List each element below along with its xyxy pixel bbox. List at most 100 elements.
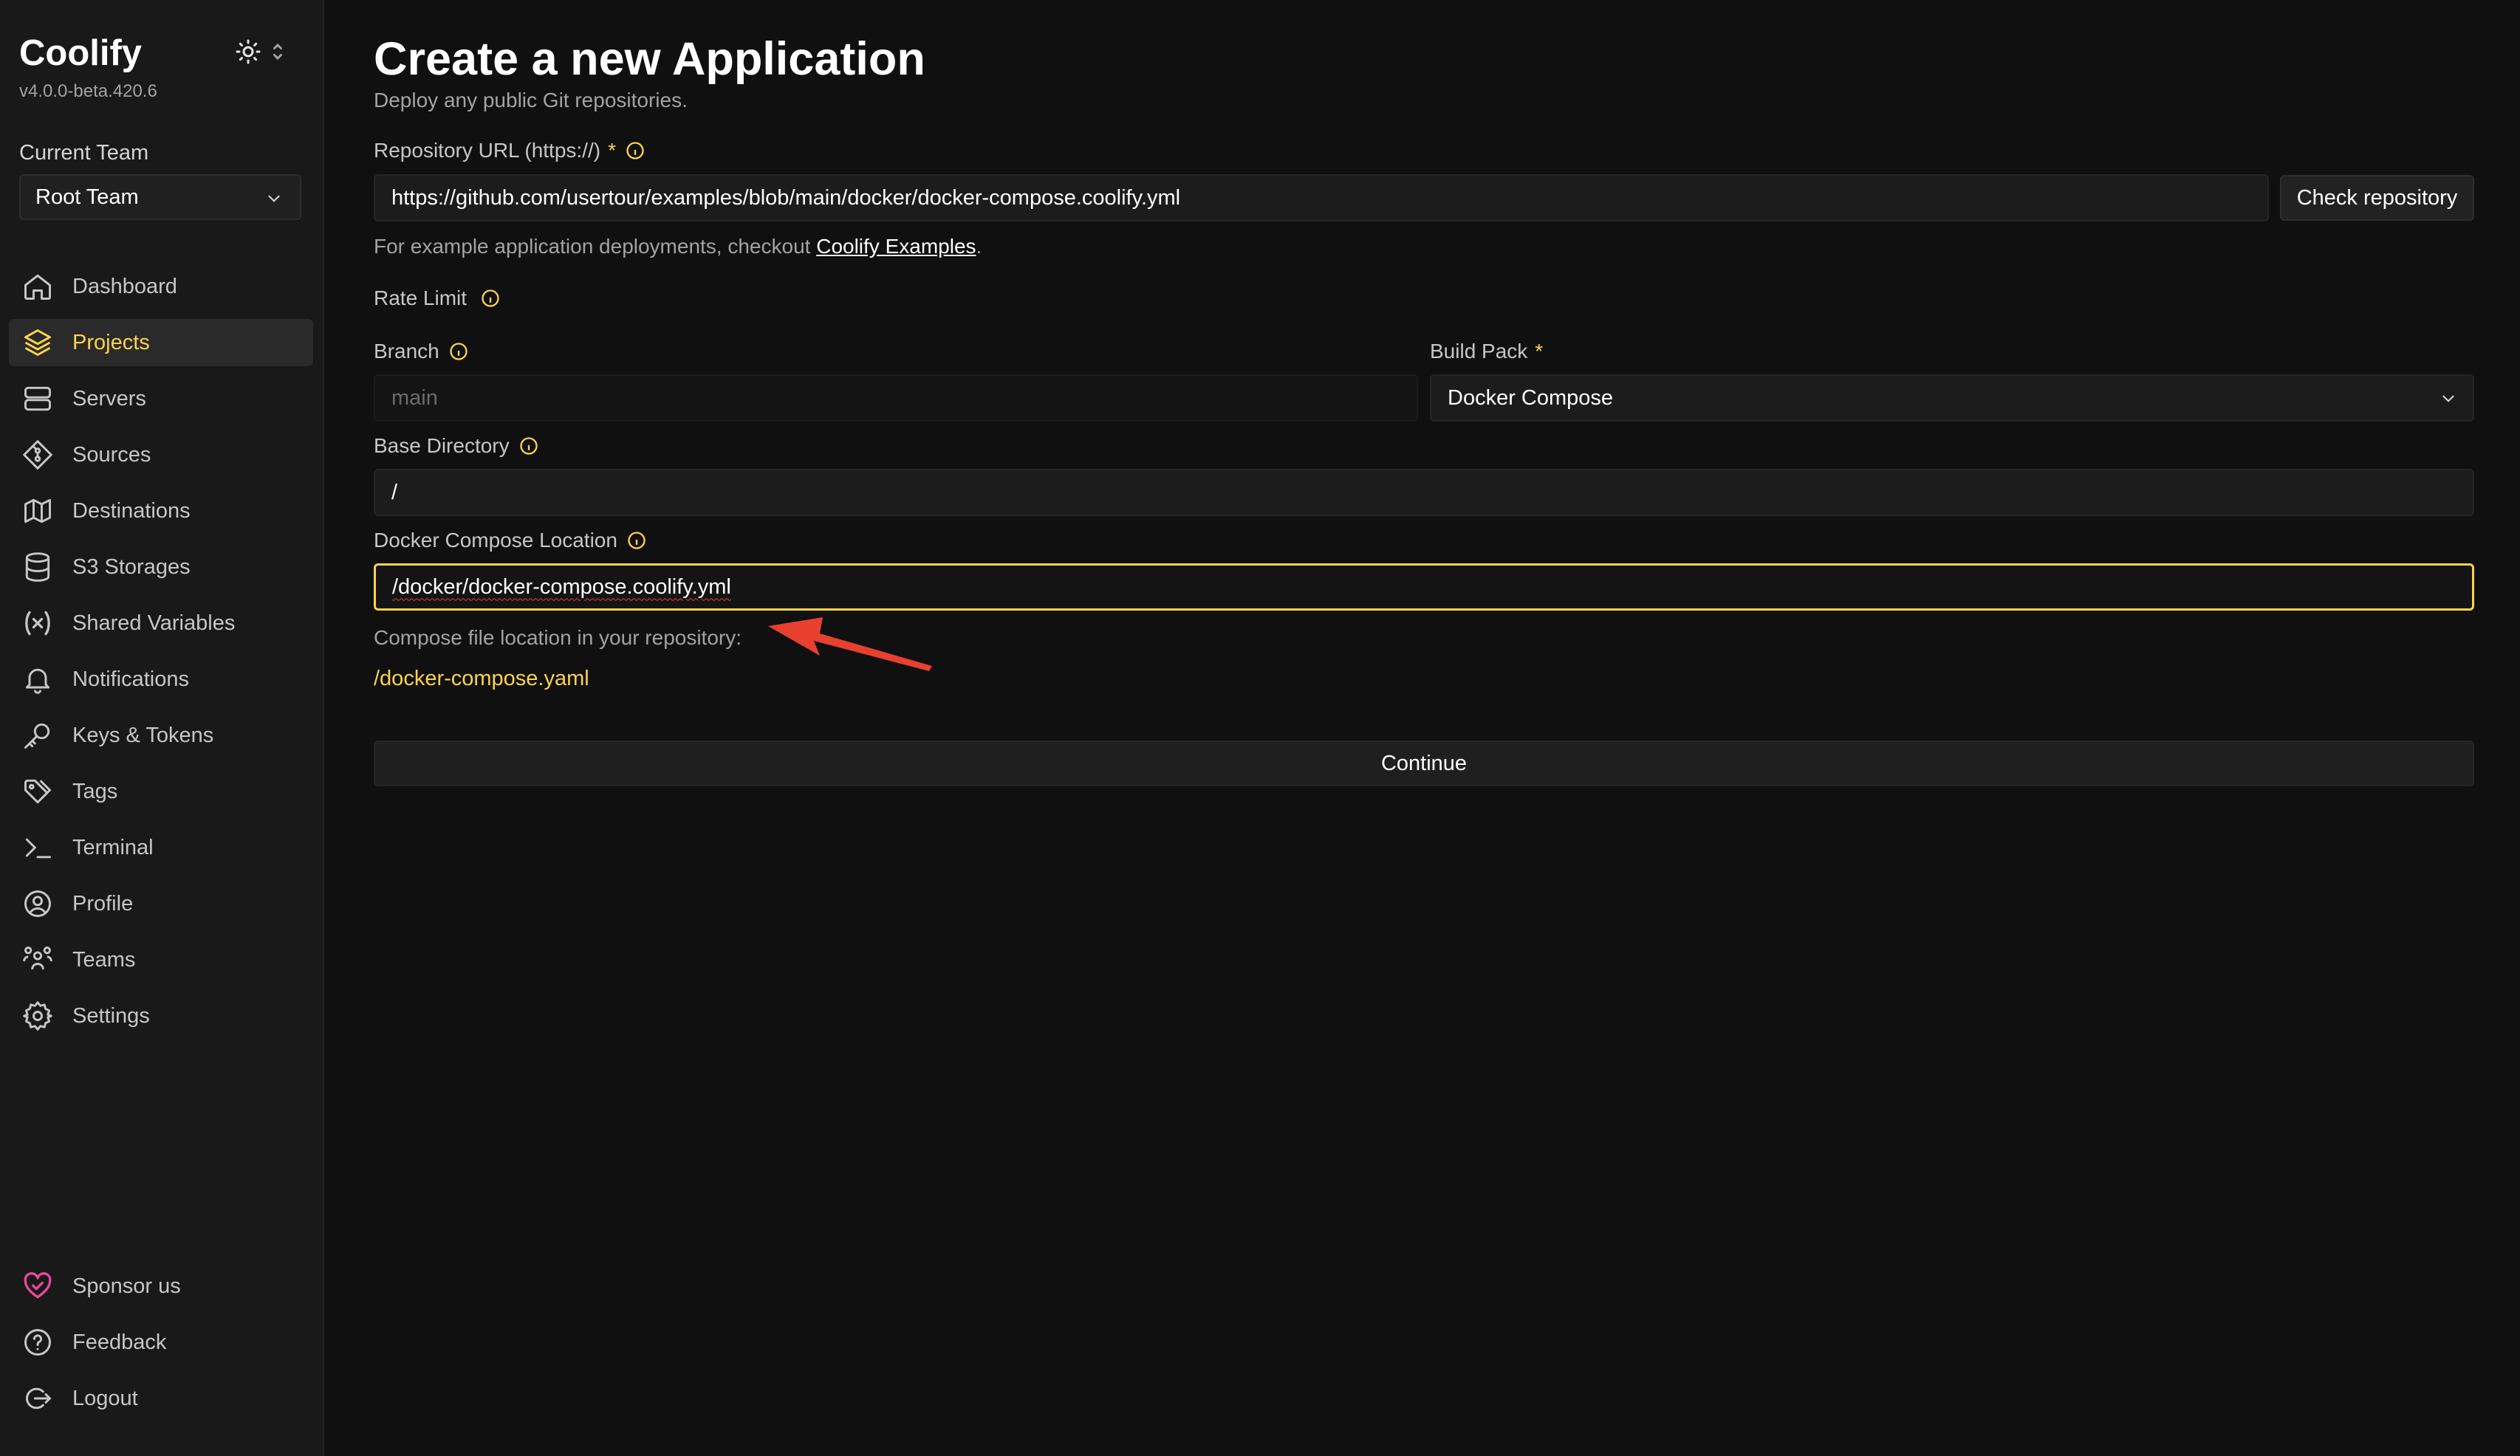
info-icon[interactable] bbox=[480, 288, 501, 309]
server-icon bbox=[21, 382, 55, 416]
base-directory-input[interactable]: / bbox=[374, 469, 2474, 516]
repo-url-input[interactable]: https://github.com/usertour/examples/blo… bbox=[374, 174, 2269, 222]
info-icon[interactable] bbox=[518, 436, 539, 456]
page-subtitle: Deploy any public Git repositories. bbox=[374, 89, 688, 111]
info-icon[interactable] bbox=[626, 530, 647, 551]
sidebar-item-s3-storages[interactable]: S3 Storages bbox=[9, 543, 313, 591]
base-directory-label-text: Base Directory bbox=[374, 434, 510, 457]
page-title: Create a new Application bbox=[374, 33, 925, 85]
required-mark: * bbox=[1535, 340, 1544, 363]
info-icon[interactable] bbox=[625, 140, 646, 161]
sidebar-item-label: Dashboard bbox=[72, 274, 177, 298]
key-icon bbox=[21, 718, 55, 752]
bell-icon bbox=[21, 662, 55, 696]
sidebar-item-sources[interactable]: Sources bbox=[9, 431, 313, 478]
sidebar-item-label: Settings bbox=[72, 1003, 150, 1028]
sidebar-item-servers[interactable]: Servers bbox=[9, 375, 313, 422]
sidebar-item-settings[interactable]: Settings bbox=[9, 992, 313, 1040]
chevron-up-down-icon bbox=[270, 41, 285, 66]
sidebar-item-terminal[interactable]: Terminal bbox=[9, 824, 313, 871]
sidebar-item-feedback[interactable]: Feedback bbox=[9, 1319, 313, 1366]
help-circle-icon bbox=[21, 1325, 55, 1359]
sidebar-item-label: Terminal bbox=[72, 835, 154, 859]
chevron-down-icon bbox=[264, 189, 284, 214]
sidebar-item-label: Keys & Tokens bbox=[72, 723, 214, 747]
examples-help: For example application deployments, che… bbox=[374, 235, 982, 258]
sidebar-item-logout[interactable]: Logout bbox=[9, 1375, 313, 1422]
current-team-label: Current Team bbox=[19, 141, 149, 165]
sidebar-item-projects[interactable]: Projects bbox=[9, 319, 313, 366]
terminal-icon bbox=[21, 831, 55, 865]
theme-toggle[interactable] bbox=[235, 38, 290, 68]
required-mark: * bbox=[608, 139, 616, 162]
sidebar-item-label: Sponsor us bbox=[72, 1274, 181, 1298]
compose-hint-path: /docker-compose.yaml bbox=[374, 667, 589, 690]
compose-location-label-text: Docker Compose Location bbox=[374, 529, 617, 552]
sidebar-item-sponsor[interactable]: Sponsor us bbox=[9, 1263, 313, 1310]
sidebar-item-keys-tokens[interactable]: Keys & Tokens bbox=[9, 712, 313, 759]
layers-icon bbox=[21, 326, 55, 360]
gear-icon bbox=[21, 999, 55, 1033]
user-circle-icon bbox=[21, 887, 55, 921]
branch-label: Branch bbox=[374, 340, 469, 363]
branch-input[interactable]: main bbox=[374, 374, 1418, 422]
sidebar-menu: Dashboard Projects Servers Sources Desti… bbox=[9, 263, 313, 1048]
base-directory-value: / bbox=[391, 480, 398, 504]
sidebar-item-label: Notifications bbox=[72, 667, 189, 691]
examples-help-suffix: . bbox=[976, 235, 982, 258]
users-icon bbox=[21, 943, 55, 977]
compose-location-input[interactable]: /docker/docker-compose.coolify.yml bbox=[374, 563, 2474, 611]
team-select[interactable]: Root Team bbox=[19, 174, 301, 220]
team-select-value: Root Team bbox=[35, 185, 139, 209]
sidebar-item-label: Teams bbox=[72, 947, 136, 972]
branch-label-text: Branch bbox=[374, 340, 439, 363]
app-version: v4.0.0-beta.420.6 bbox=[19, 81, 157, 101]
sidebar-item-label: Destinations bbox=[72, 498, 191, 523]
sidebar-item-dashboard[interactable]: Dashboard bbox=[9, 263, 313, 310]
info-icon[interactable] bbox=[448, 341, 469, 362]
network-icon bbox=[21, 494, 55, 528]
sidebar-item-label: Tags bbox=[72, 779, 118, 803]
tag-icon bbox=[21, 775, 55, 808]
rate-limit-label: Rate Limit bbox=[374, 286, 501, 310]
heart-icon bbox=[21, 1269, 55, 1303]
build-pack-select[interactable]: Docker Compose bbox=[1430, 374, 2474, 422]
sidebar-bottom-menu: Sponsor us Feedback Logout bbox=[9, 1263, 313, 1431]
app-name: Coolify bbox=[19, 33, 143, 73]
sidebar-item-label: Projects bbox=[72, 330, 150, 354]
sidebar-item-label: S3 Storages bbox=[72, 554, 191, 579]
compose-location-value: /docker/docker-compose.coolify.yml bbox=[392, 574, 731, 599]
sidebar-item-profile[interactable]: Profile bbox=[9, 880, 313, 927]
variable-icon bbox=[21, 606, 55, 640]
continue-button[interactable]: Continue bbox=[374, 741, 2474, 786]
sidebar-item-tags[interactable]: Tags bbox=[9, 768, 313, 815]
sidebar-item-notifications[interactable]: Notifications bbox=[9, 656, 313, 703]
sidebar-item-label: Sources bbox=[72, 442, 151, 467]
coolify-examples-link[interactable]: Coolify Examples bbox=[816, 235, 976, 258]
repo-url-label: Repository URL (https://) * bbox=[374, 139, 646, 162]
git-icon bbox=[21, 438, 55, 472]
build-pack-label-text: Build Pack bbox=[1430, 340, 1528, 363]
sidebar-item-shared-variables[interactable]: Shared Variables bbox=[9, 600, 313, 647]
compose-hint: Compose file location in your repository… bbox=[374, 626, 742, 649]
compose-location-label: Docker Compose Location bbox=[374, 529, 647, 552]
sidebar-item-teams[interactable]: Teams bbox=[9, 936, 313, 983]
sun-icon bbox=[235, 38, 261, 69]
sidebar-item-label: Logout bbox=[72, 1386, 138, 1410]
build-pack-label: Build Pack * bbox=[1430, 340, 1543, 363]
sidebar: Coolify v4.0.0-beta.420.6 Current Team R… bbox=[0, 0, 324, 1456]
repo-url-label-text: Repository URL (https://) bbox=[374, 139, 601, 162]
chevron-down-icon bbox=[2439, 389, 2458, 414]
build-pack-value: Docker Compose bbox=[1448, 385, 1614, 410]
home-icon bbox=[21, 269, 55, 303]
sidebar-item-label: Profile bbox=[72, 891, 134, 916]
check-repository-button[interactable]: Check repository bbox=[2280, 175, 2474, 221]
sidebar-item-label: Shared Variables bbox=[72, 611, 236, 635]
sidebar-item-destinations[interactable]: Destinations bbox=[9, 487, 313, 535]
rate-limit-label-text: Rate Limit bbox=[374, 286, 468, 309]
database-icon bbox=[21, 550, 55, 584]
repo-url-value: https://github.com/usertour/examples/blo… bbox=[391, 185, 1181, 210]
branch-value: main bbox=[391, 385, 438, 410]
logout-icon bbox=[21, 1381, 55, 1415]
examples-help-text: For example application deployments, che… bbox=[374, 235, 817, 258]
